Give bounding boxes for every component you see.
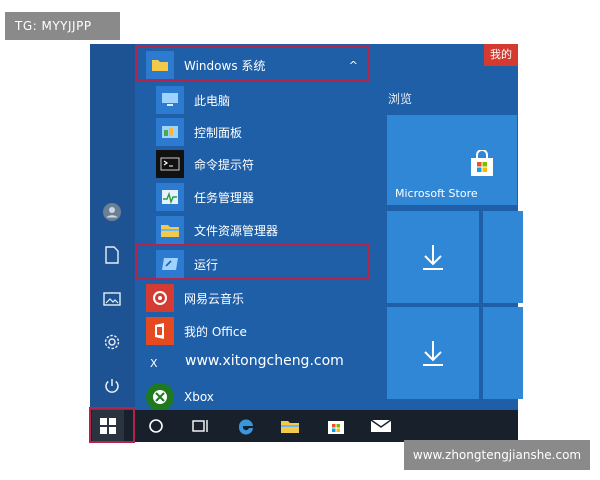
download-icon xyxy=(421,339,445,371)
highlight-start-button xyxy=(89,407,135,443)
task-manager-icon xyxy=(156,183,184,211)
tile-label: Microsoft Store xyxy=(395,187,478,200)
watermark-top: TG: MYYJJPP xyxy=(5,12,120,40)
list-item-label: 命令提示符 xyxy=(194,157,255,172)
user-avatar-icon[interactable] xyxy=(101,201,123,223)
list-item-label: 任务管理器 xyxy=(194,190,255,205)
control-panel-icon xyxy=(156,118,184,146)
list-item-label: 此电脑 xyxy=(194,93,231,108)
section-label-browse: 浏览 xyxy=(388,92,413,106)
file-explorer-taskbar-icon[interactable] xyxy=(274,410,306,442)
mail-icon[interactable] xyxy=(365,410,397,442)
list-item-this-pc[interactable]: 此电脑 xyxy=(156,84,230,116)
tile-download-1[interactable] xyxy=(387,211,479,303)
list-item-control-panel[interactable]: 控制面板 xyxy=(156,116,242,148)
list-item-label: 我的 Office xyxy=(184,324,247,339)
site-url-text: www.xitongcheng.com xyxy=(185,353,344,369)
pictures-icon[interactable] xyxy=(101,288,123,310)
start-left-rail xyxy=(90,44,135,410)
power-icon[interactable] xyxy=(101,375,123,397)
store-bag-icon xyxy=(467,149,497,178)
list-item-label: 文件资源管理器 xyxy=(194,223,279,238)
tile-download-2[interactable] xyxy=(387,307,479,399)
settings-gear-icon[interactable] xyxy=(101,331,123,353)
file-explorer-icon xyxy=(156,216,184,244)
search-circle-icon[interactable] xyxy=(140,410,172,442)
netease-music-icon xyxy=(146,284,174,312)
edge-browser-icon[interactable] xyxy=(230,410,262,442)
list-item-xbox[interactable]: Xbox xyxy=(146,381,214,413)
list-item-file-explorer[interactable]: 文件资源管理器 xyxy=(156,214,278,246)
xbox-icon xyxy=(146,383,174,411)
list-item-cmd[interactable]: 命令提示符 xyxy=(156,148,254,180)
task-view-icon[interactable] xyxy=(184,410,216,442)
list-item-netease-music[interactable]: 网易云音乐 xyxy=(146,282,244,314)
list-item-label: 控制面板 xyxy=(194,125,243,140)
list-item-label: Xbox xyxy=(184,390,214,404)
list-item-label: 网易云音乐 xyxy=(184,291,245,306)
top-tile[interactable]: 我的 xyxy=(484,44,518,66)
tile-partial-2[interactable] xyxy=(483,307,523,399)
office-icon xyxy=(146,317,174,345)
watermark-bottom: www.zhongtengjianshe.com xyxy=(404,440,590,470)
highlight-windows-system xyxy=(136,46,369,82)
store-taskbar-icon[interactable] xyxy=(320,410,352,442)
cmd-icon xyxy=(156,150,184,178)
list-item-office[interactable]: 我的 Office xyxy=(146,315,247,347)
section-letter-x[interactable]: X xyxy=(150,357,158,370)
highlight-run xyxy=(136,244,369,280)
list-item-task-manager[interactable]: 任务管理器 xyxy=(156,181,254,213)
download-icon xyxy=(421,243,445,275)
tile-microsoft-store[interactable]: Microsoft Store xyxy=(387,115,517,205)
computer-icon xyxy=(156,86,184,114)
documents-icon[interactable] xyxy=(101,244,123,266)
tile-partial-1[interactable] xyxy=(483,211,523,303)
